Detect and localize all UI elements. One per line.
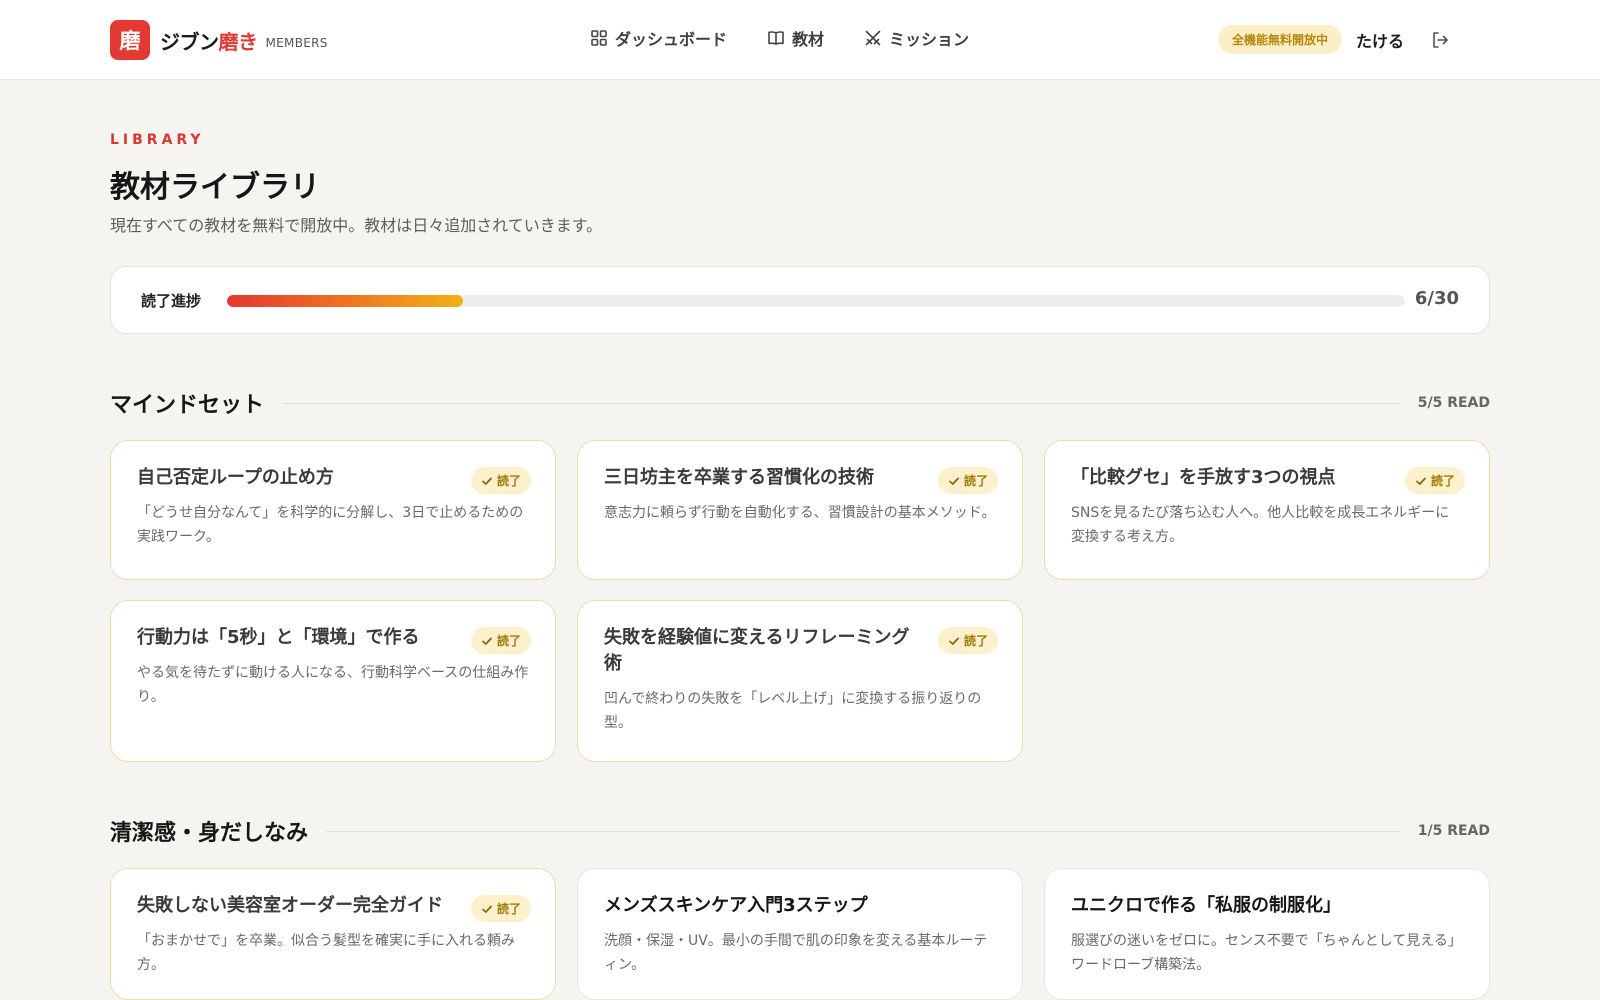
card-title: 三日坊主を卒業する習慣化の技術	[604, 467, 874, 488]
section-header-mindset: マインドセット 5/5 READ	[110, 388, 1490, 418]
section-divider	[326, 830, 1400, 832]
check-icon	[949, 637, 959, 645]
read-badge: 読了	[937, 467, 998, 494]
card-title: 失敗を経験値に変えるリフレーミング術	[604, 627, 910, 674]
material-card[interactable]: 行動力は「5秒」と「環境」で作る やる気を待たずに動ける人になる、行動科学ベース…	[110, 600, 556, 762]
logo: 磨	[110, 20, 150, 60]
logout-icon[interactable]	[1430, 30, 1450, 50]
read-badge: 読了	[470, 895, 531, 922]
card-description: 意志力に頼らず行動を自動化する、習慣設計の基本メソッド。	[604, 505, 996, 521]
read-badge-label: 読了	[963, 474, 988, 488]
material-card[interactable]: メンズスキンケア入門3ステップ 洗顔・保湿・UV。最小の手間で肌の印象を変える基…	[577, 868, 1023, 1000]
card-title: メンズスキンケア入門3ステップ	[604, 895, 868, 916]
card-description: 洗顔・保湿・UV。最小の手間で肌の印象を変える基本ルーティン。	[604, 933, 988, 973]
section-read-count: 5/5 READ	[1417, 395, 1490, 411]
progress-track	[227, 295, 1405, 307]
progress-label: 読了進捗	[141, 292, 202, 310]
read-badge-label: 読了	[496, 634, 521, 648]
reading-progress-card: 読了進捗 6/30	[110, 266, 1490, 334]
book-icon	[768, 31, 784, 45]
swords-icon	[865, 30, 881, 46]
header-right: 全機能無料開放中 たける	[1217, 25, 1450, 54]
brand-name-main: ジブン	[160, 29, 219, 54]
nav-item-label: ミッション	[889, 30, 970, 49]
material-card[interactable]: 自己否定ループの止め方 「どうせ自分なんて」を科学的に分解し、3日で止めるための…	[110, 440, 556, 580]
material-card[interactable]: ユニクロで作る「私服の制服化」 服選びの迷いをゼロに。センス不要で「ちゃんとして…	[1044, 868, 1490, 1000]
read-badge-label: 読了	[1430, 474, 1455, 488]
card-description: 「おまかせで」を卒業。似合う髪型を確実に手に入れる頼み方。	[137, 933, 515, 973]
read-badge-label: 読了	[496, 902, 521, 916]
check-icon	[482, 905, 492, 913]
nav-item-dashboard[interactable]: ダッシュボード	[590, 26, 727, 50]
read-badge: 読了	[470, 467, 531, 494]
section-title: 清潔感・身だしなみ	[110, 821, 309, 846]
free-open-badge: 全機能無料開放中	[1217, 25, 1342, 54]
grid-icon	[591, 30, 607, 46]
material-card[interactable]: 失敗しない美容室オーダー完全ガイド 「おまかせで」を卒業。似合う髪型を確実に手に…	[110, 868, 556, 1000]
card-description: やる気を待たずに動ける人になる、行動科学ベースの仕組み作り。	[137, 665, 529, 705]
check-icon	[482, 637, 492, 645]
card-title: ユニクロで作る「私服の制服化」	[1071, 895, 1341, 916]
read-badge: 読了	[470, 627, 531, 654]
check-icon	[482, 477, 492, 485]
nav-item-label: 教材	[792, 30, 825, 49]
read-badge-label: 読了	[963, 634, 988, 648]
brand-name-accent: 磨き	[218, 29, 259, 54]
card-title: 行動力は「5秒」と「環境」で作る	[137, 627, 420, 648]
nav-item-label: ダッシュボード	[615, 30, 728, 49]
progress-count: 6/30	[1414, 288, 1459, 309]
main-nav: ダッシュボード 教材 ミッション	[590, 26, 969, 50]
read-badge: 読了	[937, 627, 998, 654]
card-description: SNSを見るたび落ち込む人へ。他人比較を成長エネルギーに変換する考え方。	[1071, 505, 1450, 545]
card-title: 自己否定ループの止め方	[137, 467, 334, 488]
read-badge: 読了	[1404, 467, 1465, 494]
material-card[interactable]: 「比較グセ」を手放す3つの視点 SNSを見るたび落ち込む人へ。他人比較を成長エネ…	[1044, 440, 1490, 580]
section-divider	[282, 402, 1400, 404]
card-title: 失敗しない美容室オーダー完全ガイド	[137, 895, 443, 916]
material-card[interactable]: 三日坊主を卒業する習慣化の技術 意志力に頼らず行動を自動化する、習慣設計の基本メ…	[577, 440, 1023, 580]
top-header: 磨 ジブン磨き MEMBERS ダッシュボード 教材 ミッション 全機能無料開放…	[0, 0, 1600, 80]
check-icon	[1416, 477, 1426, 485]
card-description: 凹んで終わりの失敗を「レベル上げ」に変換する振り返りの型。	[604, 691, 982, 731]
section-header-grooming: 清潔感・身だしなみ 1/5 READ	[110, 816, 1490, 846]
check-icon	[949, 477, 959, 485]
read-badge-label: 読了	[496, 474, 521, 488]
material-card[interactable]: 失敗を経験値に変えるリフレーミング術 凹んで終わりの失敗を「レベル上げ」に変換す…	[577, 600, 1023, 762]
brand-sub: MEMBERS	[265, 36, 328, 50]
username[interactable]: たける	[1356, 28, 1404, 52]
section-read-count: 1/5 READ	[1417, 823, 1490, 839]
brand[interactable]: 磨 ジブン磨き MEMBERS	[110, 20, 328, 60]
progress-fill	[227, 295, 463, 307]
page-title: 教材ライブラリ	[110, 170, 320, 205]
brand-name: ジブン磨き	[160, 26, 258, 55]
nav-item-missions[interactable]: ミッション	[864, 26, 969, 50]
card-description: 服選びの迷いをゼロに。センス不要で「ちゃんとして見える」ワードローブ構築法。	[1071, 933, 1462, 973]
card-description: 「どうせ自分なんて」を科学的に分解し、3日で止めるための実践ワーク。	[137, 505, 524, 545]
page-eyebrow: LIBRARY	[110, 132, 205, 148]
page-subtitle: 現在すべての教材を無料で開放中。教材は日々追加されていきます。	[110, 216, 603, 235]
card-title: 「比較グセ」を手放す3つの視点	[1071, 467, 1336, 488]
nav-item-materials[interactable]: 教材	[767, 26, 824, 50]
section-title: マインドセット	[110, 393, 265, 418]
